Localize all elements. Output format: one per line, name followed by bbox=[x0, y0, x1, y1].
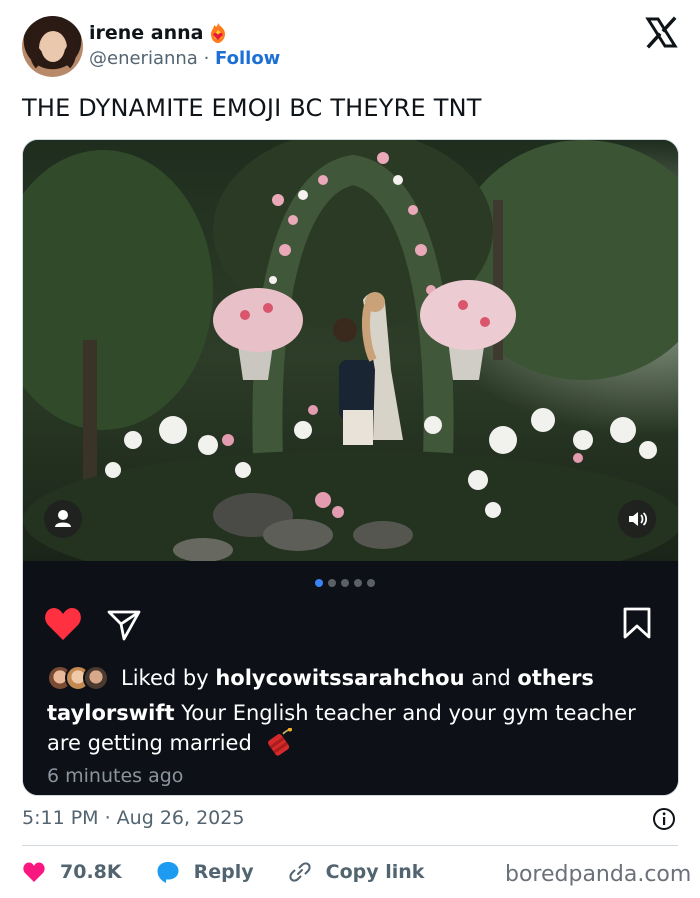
divider bbox=[22, 845, 678, 846]
x-logo-icon[interactable] bbox=[645, 16, 678, 49]
send-icon[interactable] bbox=[106, 608, 142, 642]
handle-row: @enerianna · Follow bbox=[89, 48, 280, 69]
carousel-dot[interactable] bbox=[328, 579, 336, 587]
carousel-dot[interactable] bbox=[341, 579, 349, 587]
follow-button[interactable]: Follow bbox=[215, 48, 280, 69]
tweet-actions: 70.8K Reply Copy link bbox=[22, 857, 458, 887]
fire-heart-emoji-icon bbox=[211, 23, 225, 43]
tagged-people-button[interactable] bbox=[44, 500, 82, 538]
heart-icon bbox=[23, 862, 45, 882]
reply-bubble-icon bbox=[157, 862, 179, 883]
embedded-media[interactable]: Liked by holycowitssarahchou and others … bbox=[22, 139, 679, 796]
like-count: 70.8K bbox=[60, 861, 122, 883]
user-handle[interactable]: @enerianna bbox=[89, 48, 198, 69]
garden-proposal-photo bbox=[23, 140, 678, 561]
carousel-dots[interactable] bbox=[315, 579, 375, 589]
tweet-card: irene anna @enerianna · Follow THE DYNAM… bbox=[0, 0, 700, 898]
link-icon bbox=[289, 862, 311, 882]
reply-label: Reply bbox=[193, 861, 254, 883]
caption-user[interactable]: taylorswift bbox=[47, 701, 175, 725]
liked-by-row: Liked by holycowitssarahchou and others bbox=[47, 664, 594, 692]
carousel-dot[interactable] bbox=[354, 579, 362, 587]
tweet-timestamp[interactable]: 5:11 PM · Aug 26, 2025 bbox=[22, 807, 244, 829]
liker-avatar[interactable] bbox=[83, 665, 109, 691]
liked-by-others[interactable]: others bbox=[517, 666, 594, 690]
reply-button[interactable]: Reply bbox=[156, 860, 254, 884]
user-name[interactable]: irene anna bbox=[89, 22, 204, 44]
dynamite-emoji-icon bbox=[267, 728, 292, 756]
info-icon[interactable] bbox=[652, 807, 676, 831]
copy-link-label: Copy link bbox=[325, 861, 425, 883]
liked-by-text: Liked by holycowitssarahchou and others bbox=[121, 666, 594, 690]
watermark: boredpanda.com bbox=[505, 862, 692, 887]
liked-by-user[interactable]: holycowitssarahchou bbox=[215, 666, 464, 690]
bookmark-icon[interactable] bbox=[621, 606, 653, 640]
person-icon bbox=[55, 510, 71, 527]
separator: · bbox=[203, 48, 210, 69]
carousel-dot[interactable] bbox=[367, 579, 375, 587]
carousel-dot[interactable] bbox=[315, 579, 323, 587]
speaker-icon bbox=[629, 512, 648, 526]
post-caption: taylorswift Your English teacher and you… bbox=[47, 698, 667, 758]
sound-toggle-button[interactable] bbox=[618, 500, 656, 538]
like-button[interactable]: 70.8K bbox=[22, 861, 122, 883]
liker-avatars[interactable] bbox=[47, 665, 117, 691]
post-time-ago: 6 minutes ago bbox=[47, 765, 184, 787]
tweet-text: THE DYNAMITE EMOJI BC THEYRE TNT bbox=[22, 94, 482, 122]
heart-icon[interactable] bbox=[43, 606, 83, 642]
copy-link-button[interactable]: Copy link bbox=[288, 860, 425, 884]
avatar[interactable] bbox=[22, 16, 83, 77]
